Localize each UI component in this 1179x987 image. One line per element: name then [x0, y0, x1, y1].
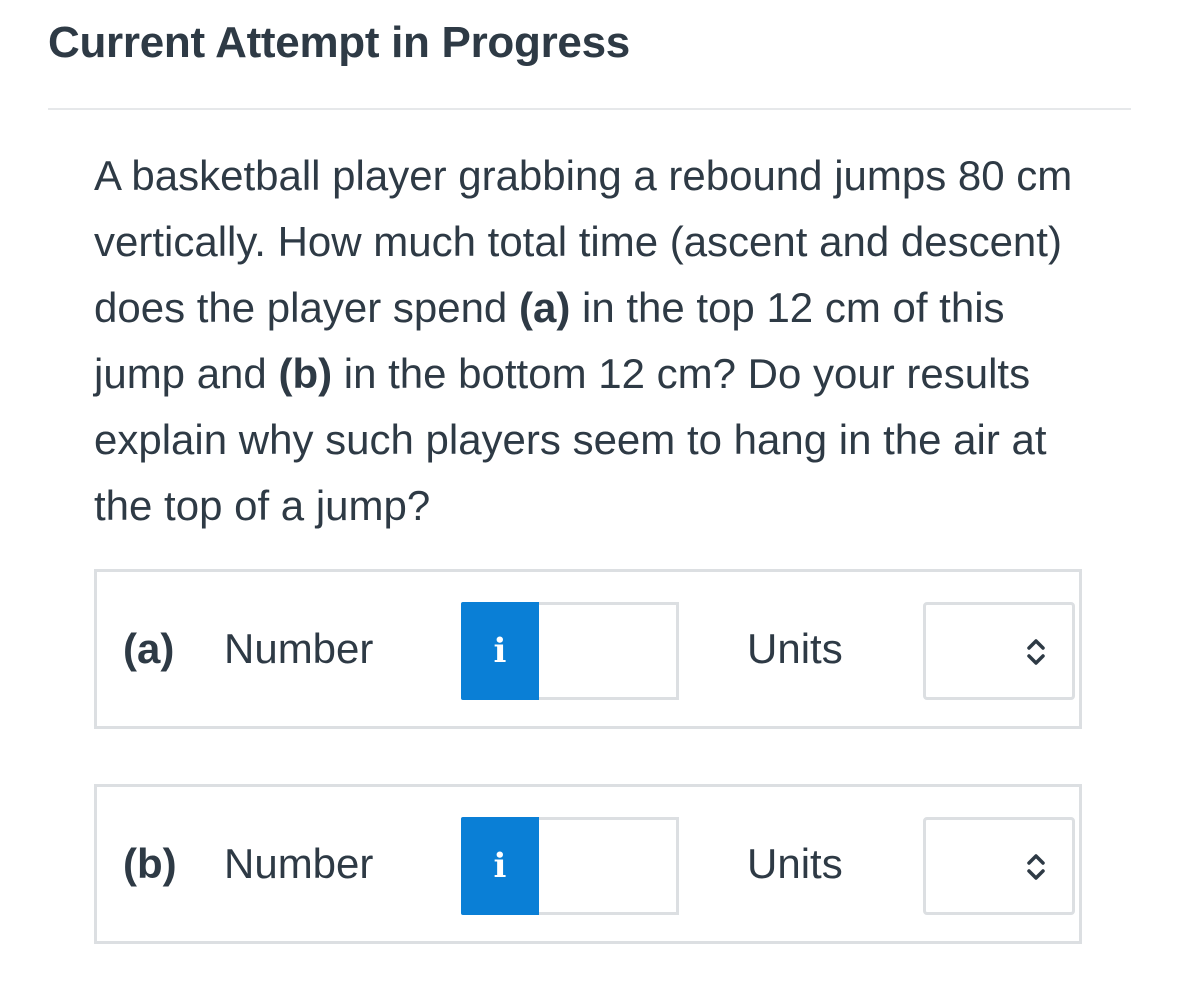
number-input-a[interactable]	[539, 602, 679, 700]
attempt-header: Current Attempt in Progress	[48, 0, 1131, 110]
info-button-a[interactable]: i	[461, 602, 539, 700]
info-icon: i	[493, 631, 507, 671]
answer-row-a: (a) Number i Units	[94, 569, 1082, 729]
units-label-b: Units	[747, 840, 843, 887]
chevron-up-down-icon	[1027, 854, 1045, 880]
chevron-up-down-icon	[1027, 639, 1045, 665]
number-label-a: Number	[224, 625, 374, 672]
units-select-a[interactable]	[923, 602, 1075, 700]
part-label-b: (b)	[123, 840, 177, 887]
units-label-a: Units	[747, 625, 843, 672]
page: Current Attempt in Progress A basketball…	[48, 0, 1131, 987]
number-label-b: Number	[224, 840, 374, 887]
page-title: Current Attempt in Progress	[48, 18, 630, 67]
answer-row-b: (b) Number i Units	[94, 784, 1082, 944]
info-icon: i	[493, 846, 507, 886]
question-part-a-marker: (a)	[518, 284, 571, 331]
part-label-a: (a)	[123, 625, 175, 672]
info-button-b[interactable]: i	[461, 817, 539, 915]
question-part-b-marker: (b)	[278, 350, 333, 397]
units-select-b[interactable]	[923, 817, 1075, 915]
number-input-b[interactable]	[539, 817, 679, 915]
question-text: A basketball player grabbing a rebound j…	[94, 143, 1084, 539]
